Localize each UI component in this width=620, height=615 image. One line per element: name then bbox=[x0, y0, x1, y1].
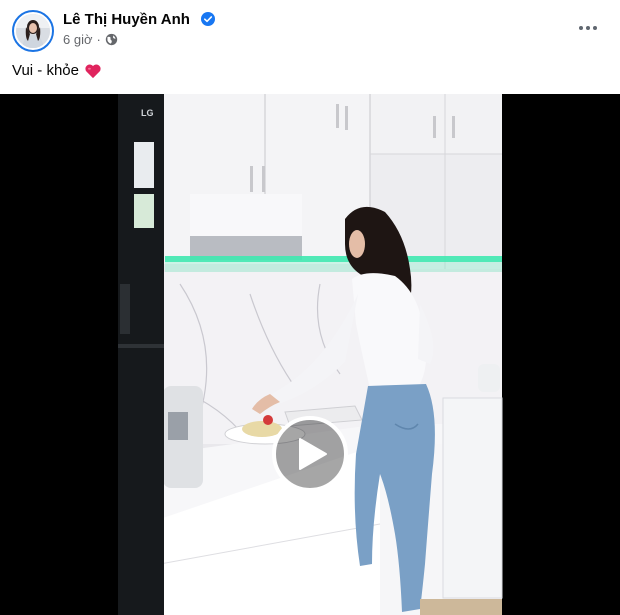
author-name[interactable]: Lê Thị Huyền Anh bbox=[63, 11, 190, 28]
post-caption: Vui - khỏe bbox=[12, 62, 102, 79]
verified-badge-icon bbox=[201, 12, 215, 26]
more-horizontal-icon bbox=[579, 26, 583, 30]
red-heart-icon bbox=[85, 63, 101, 78]
post-meta: 6 giờ · bbox=[63, 32, 118, 47]
play-icon bbox=[299, 438, 327, 470]
more-options-button[interactable] bbox=[570, 14, 606, 42]
avatar-photo-icon bbox=[16, 14, 50, 48]
post-header: Lê Thị Huyền Anh 6 giờ · bbox=[0, 0, 620, 58]
meta-separator: · bbox=[96, 32, 101, 47]
facebook-post: Lê Thị Huyền Anh 6 giờ · Vui - khỏe LG bbox=[0, 0, 620, 615]
svg-text:LG: LG bbox=[141, 108, 154, 118]
play-button[interactable] bbox=[272, 416, 348, 492]
video-frame: LG bbox=[0, 94, 620, 615]
author-avatar[interactable] bbox=[12, 10, 54, 52]
globe-icon[interactable] bbox=[105, 33, 118, 46]
post-timestamp[interactable]: 6 giờ bbox=[63, 32, 93, 47]
more-dot bbox=[593, 26, 597, 30]
caption-text: Vui - khỏe bbox=[12, 62, 79, 79]
more-dot bbox=[586, 26, 590, 30]
video-player[interactable]: LG bbox=[0, 94, 620, 615]
